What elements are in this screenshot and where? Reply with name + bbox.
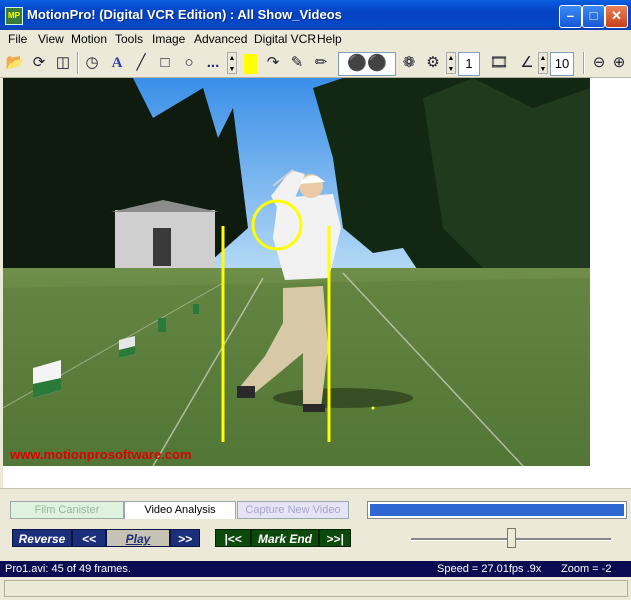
timer-icon[interactable]: ◷ xyxy=(81,52,103,74)
to-start-button[interactable]: |<< xyxy=(215,529,251,547)
window-title: MotionPro! (Digital VCR Edition) : All S… xyxy=(27,7,342,22)
bottom-strip xyxy=(0,577,631,600)
speed-slider-thumb[interactable] xyxy=(507,528,516,548)
line-icon[interactable]: ╱ xyxy=(130,52,152,74)
close-button[interactable]: ✕ xyxy=(605,5,628,28)
video-canvas[interactable]: www.motionprosoftware.com xyxy=(3,78,631,488)
toolbar: 📂 ⟳ ◫ ◷ A ╱ □ ○ ... ▲ ▼ ↷ ✎ ✏ ⚫⚫ ❁ ⚙ ▲ ▼ 1… xyxy=(0,49,631,78)
tab-film-canister[interactable]: Film Canister xyxy=(10,501,124,519)
mark-end-button[interactable]: Mark End xyxy=(251,529,319,547)
menu-motion[interactable]: Motion xyxy=(71,32,107,46)
frame-count-input[interactable]: 10 xyxy=(550,52,574,76)
frame-step-spinner[interactable]: ▲ ▼ xyxy=(446,52,456,74)
eraser-icon[interactable]: ✎ xyxy=(286,52,308,74)
frame-progress-bar xyxy=(367,501,627,519)
bottom-panel xyxy=(4,580,628,597)
file-info-status: Pro1.avi: 45 of 49 frames. xyxy=(5,563,131,575)
minimize-button[interactable]: – xyxy=(559,5,582,28)
footprints-icon[interactable]: ⚫⚫ xyxy=(338,52,396,76)
menu-image[interactable]: Image xyxy=(152,32,185,46)
line-width-spinner[interactable]: ▲ ▼ xyxy=(227,52,237,74)
maximize-button[interactable]: □ xyxy=(582,5,605,28)
tab-capture-new-video[interactable]: Capture New Video xyxy=(237,501,349,519)
golfer-shadow xyxy=(273,388,413,408)
menu-advanced[interactable]: Advanced xyxy=(194,32,247,46)
text-icon[interactable]: A xyxy=(106,52,128,74)
range-marker xyxy=(193,304,199,314)
clear-icon[interactable]: ✏ xyxy=(310,52,332,74)
golfer-shoe xyxy=(237,386,255,398)
open-icon[interactable]: 📂 xyxy=(4,52,26,74)
toolbar-separator xyxy=(77,52,79,74)
reverse-button[interactable]: Reverse xyxy=(12,529,72,547)
compare-icon[interactable]: ◫ xyxy=(52,52,74,74)
draw-color-swatch[interactable] xyxy=(244,54,257,74)
to-end-button[interactable]: >>| xyxy=(319,529,351,547)
maximize-icon: □ xyxy=(589,8,598,23)
menu-digital-vcr[interactable]: Digital VCR xyxy=(254,32,316,46)
line-width-icon[interactable]: ... xyxy=(202,52,224,74)
redo-icon[interactable]: ↷ xyxy=(262,52,284,74)
menu-bar: File View Motion Tools Image Advanced Di… xyxy=(0,30,631,49)
rectangle-icon[interactable]: □ xyxy=(154,52,176,74)
spiral-icon[interactable]: ❁ xyxy=(398,52,420,74)
toolbar-separator xyxy=(583,52,585,74)
building-door xyxy=(153,228,171,266)
angle-icon[interactable]: ∠ xyxy=(516,52,538,74)
minimize-icon: – xyxy=(566,8,575,23)
rewind-button[interactable]: << xyxy=(72,529,106,547)
menu-tools[interactable]: Tools xyxy=(115,32,143,46)
frame-count-spinner[interactable]: ▲ ▼ xyxy=(538,52,548,74)
menu-file[interactable]: File xyxy=(8,32,27,46)
range-marker xyxy=(158,318,166,332)
circle-icon[interactable]: ○ xyxy=(178,52,200,74)
status-bar: Pro1.avi: 45 of 49 frames. Speed = 27.01… xyxy=(0,561,631,577)
zoom-status: Zoom = -2 xyxy=(561,563,612,575)
close-icon: ✕ xyxy=(611,8,622,23)
title-bar: MP MotionPro! (Digital VCR Edition) : Al… xyxy=(0,0,631,30)
play-button[interactable]: Play xyxy=(106,529,170,547)
forward-button[interactable]: >> xyxy=(170,529,200,547)
filmstrip-icon[interactable]: 🎞 xyxy=(484,52,514,74)
speed-status: Speed = 27.01fps .9x xyxy=(437,563,542,575)
control-panel: Film Canister Video Analysis Capture New… xyxy=(0,488,631,561)
annotation-point xyxy=(371,406,375,410)
frame-progress-fill xyxy=(370,504,624,516)
menu-help[interactable]: Help xyxy=(317,32,342,46)
zoom-in-icon[interactable]: ⊕ xyxy=(608,52,630,74)
reel-icon[interactable]: ⚙ xyxy=(422,52,444,74)
watermark-text: www.motionprosoftware.com xyxy=(10,447,192,462)
golfer-shoe xyxy=(303,404,325,412)
zoom-out-icon[interactable]: ⊖ xyxy=(588,52,610,74)
video-frame[interactable] xyxy=(3,78,590,466)
tab-video-analysis[interactable]: Video Analysis xyxy=(124,501,236,519)
menu-view[interactable]: View xyxy=(38,32,64,46)
rotate-icon[interactable]: ⟳ xyxy=(28,52,50,74)
app-logo-icon[interactable]: MP xyxy=(5,7,23,25)
frame-step-input[interactable]: 1 xyxy=(458,52,480,76)
